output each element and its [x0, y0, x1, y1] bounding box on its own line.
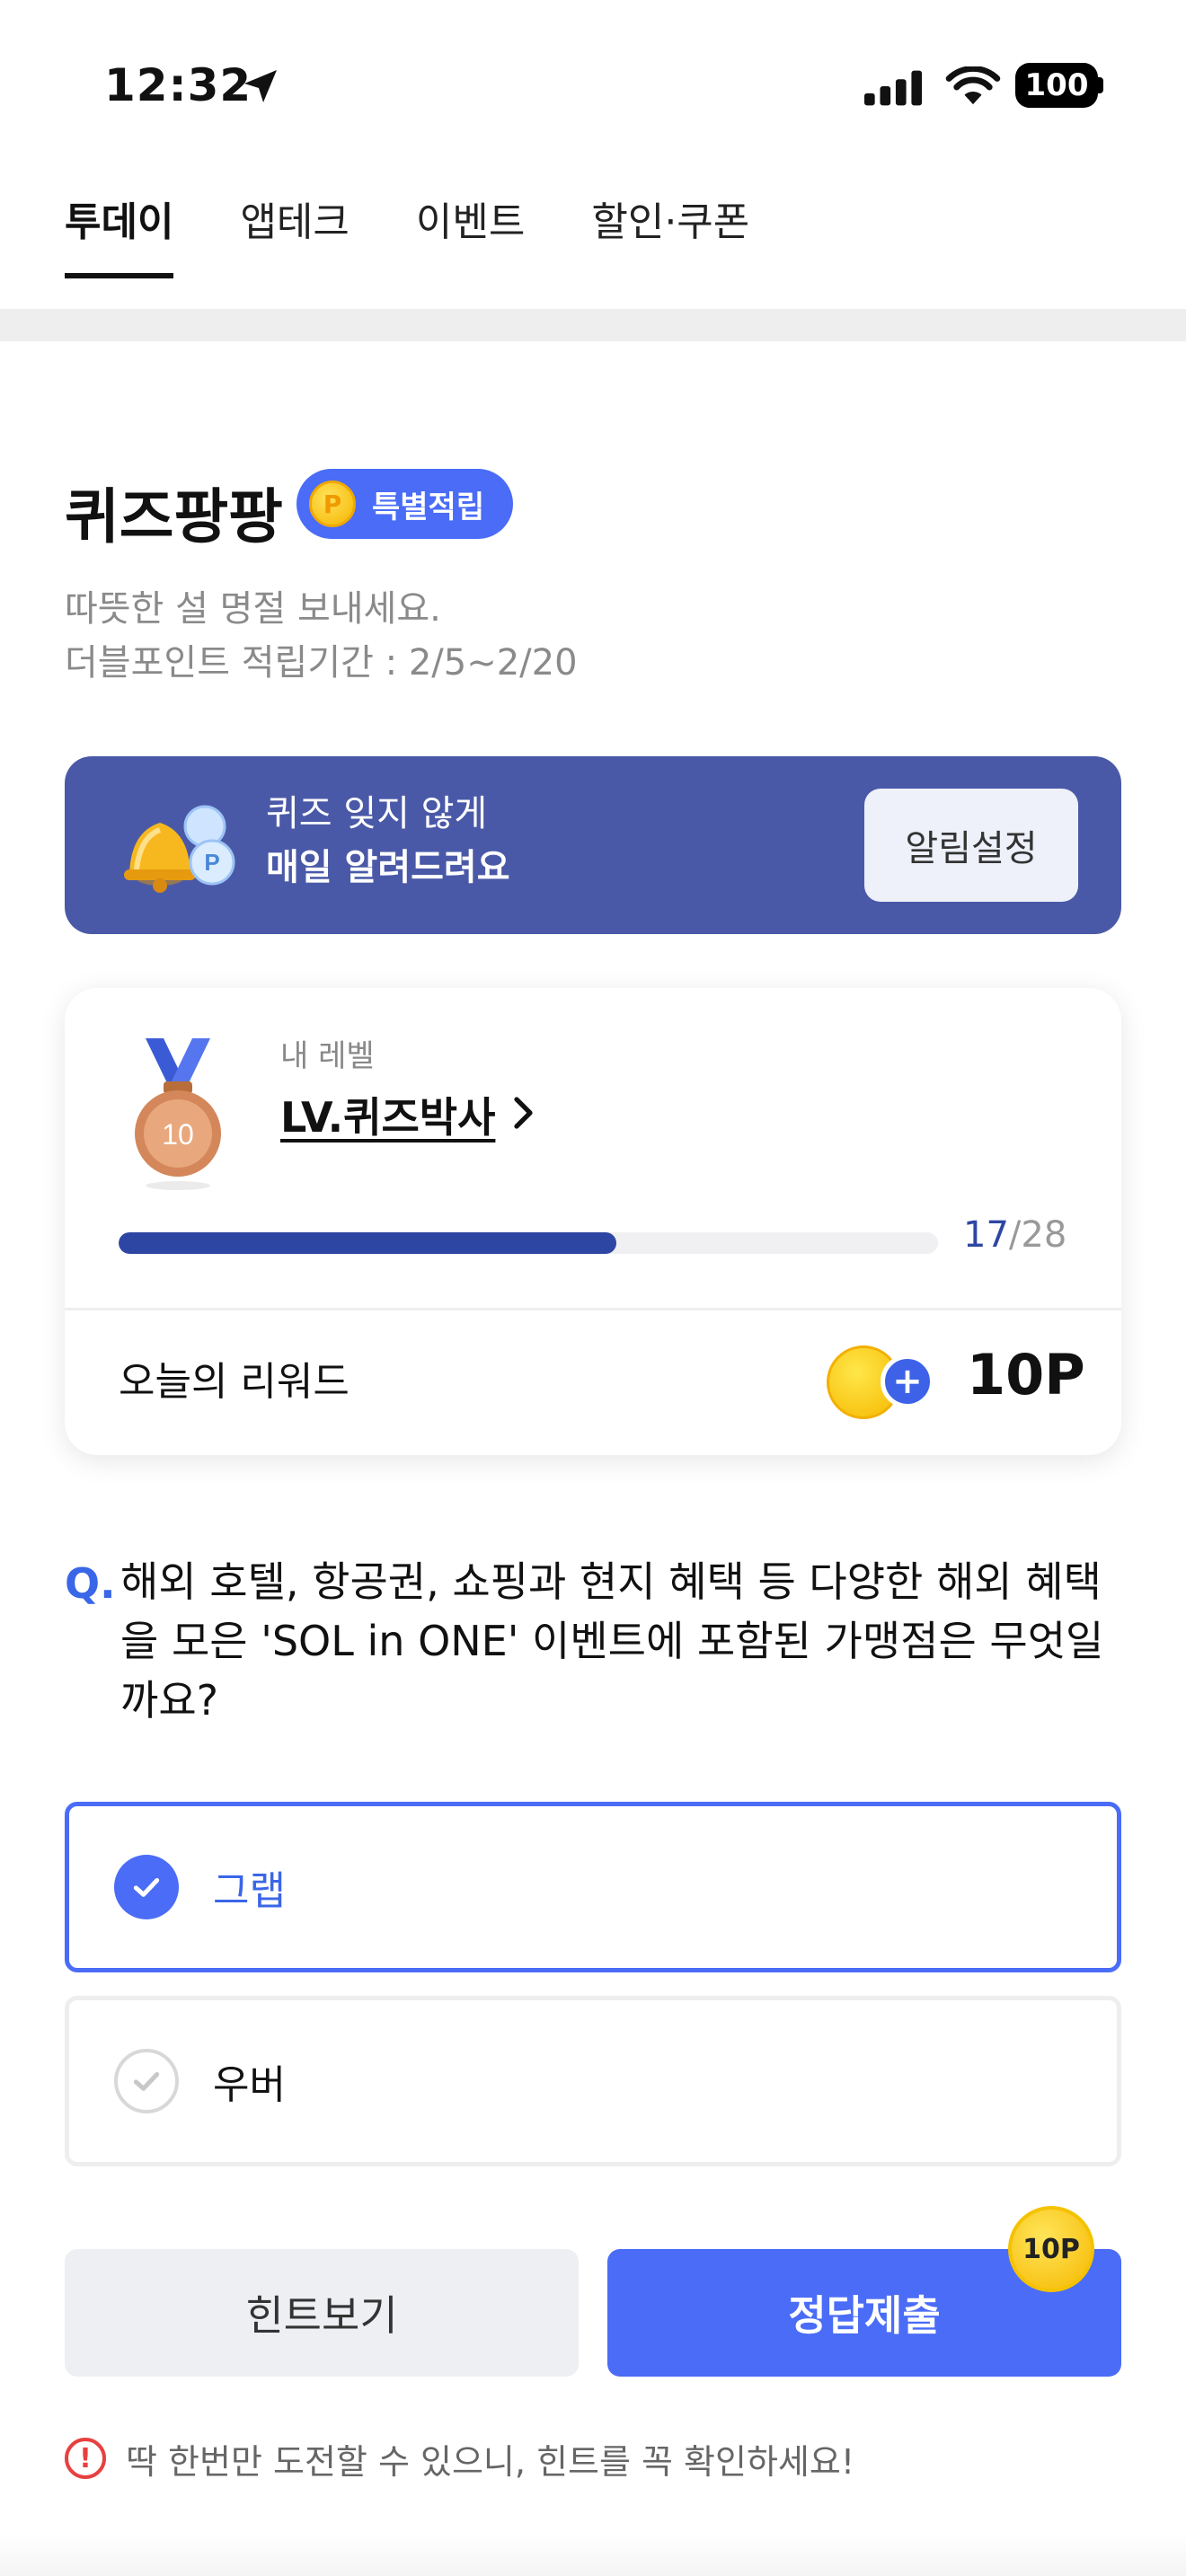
medal-icon: 10 [135, 1038, 221, 1190]
progress-current: 17 [963, 1214, 1009, 1256]
tab-event[interactable]: 이벤트 [416, 192, 525, 282]
battery-indicator: 100 [1015, 63, 1098, 108]
level-progress-text: 17/28 [963, 1214, 1067, 1256]
banner-line-2: 매일 알려드려요 [266, 847, 510, 888]
answer-option-2[interactable]: 우버 [65, 1996, 1121, 2166]
bell-icon: P [124, 805, 235, 893]
svg-text:P: P [204, 849, 219, 876]
tab-today[interactable]: 투데이 [65, 192, 174, 282]
warning-text: 딱 한번만 도전할 수 있으니, 힌트를 꼭 확인하세요! [126, 2442, 855, 2482]
checkmark-icon [114, 1855, 179, 1919]
chevron-right-icon[interactable] [509, 1090, 541, 1135]
bottom-edge [0, 2533, 1186, 2576]
plus-icon: + [881, 1354, 934, 1408]
card-divider [65, 1308, 1121, 1310]
wifi-icon [945, 66, 1001, 105]
subtitle-line-2: 더블포인트 적립기간 : 2/5~2/20 [65, 642, 578, 684]
reward-coin-badge: 10P [1008, 2206, 1094, 2292]
quiz-subtitle: 따뜻한 설 명절 보내세요. 더블포인트 적립기간 : 2/5~2/20 [65, 582, 578, 690]
question-text: 해외 호텔, 항공권, 쇼핑과 현지 혜택 등 다양한 해외 혜택을 모은 'S… [120, 1557, 1104, 1725]
cellular-signal-icon [864, 70, 923, 106]
level-progress-bar [119, 1232, 938, 1254]
banner-text: 퀴즈 잊지 않게 매일 알려드려요 [266, 787, 510, 895]
quiz-title: 퀴즈팡팡 [65, 482, 283, 551]
battery-nub [1098, 77, 1103, 93]
level-caption: 내 레벨 [280, 1038, 375, 1074]
special-points-badge: P 특별적립 [296, 469, 514, 539]
question-mark-label: Q. [65, 1559, 116, 1608]
level-progress-fill [119, 1232, 616, 1254]
checkmark-outline-icon [114, 2049, 179, 2113]
status-time: 12:32 [104, 59, 252, 111]
alarm-settings-button[interactable]: 알림설정 [864, 789, 1078, 902]
level-name-link[interactable]: LV.퀴즈박사 [280, 1085, 495, 1144]
tab-discount-coupon[interactable]: 할인·쿠폰 [591, 192, 749, 282]
subtitle-line-1: 따뜻한 설 명절 보내세요. [65, 588, 441, 630]
reward-label: 오늘의 리워드 [119, 1359, 350, 1405]
warning-icon: ! [65, 2438, 106, 2479]
section-divider [0, 309, 1186, 341]
top-tabs: 투데이 앱테크 이벤트 할인·쿠폰 [65, 192, 749, 282]
badge-label: 특별적립 [372, 489, 485, 525]
reward-points: 10P [967, 1342, 1085, 1407]
banner-line-1: 퀴즈 잊지 않게 [266, 793, 488, 834]
answer-option-label: 그랩 [213, 1868, 286, 1914]
tab-apptech[interactable]: 앱테크 [240, 192, 349, 282]
progress-total: /28 [1008, 1214, 1067, 1256]
location-arrow-icon [244, 70, 277, 102]
point-coin-icon: P [309, 481, 356, 527]
answer-option-label: 우버 [213, 2062, 286, 2108]
medal-number: 10 [162, 1118, 194, 1151]
hint-button[interactable]: 힌트보기 [65, 2249, 579, 2377]
answer-option-1[interactable]: 그랩 [65, 1802, 1121, 1972]
